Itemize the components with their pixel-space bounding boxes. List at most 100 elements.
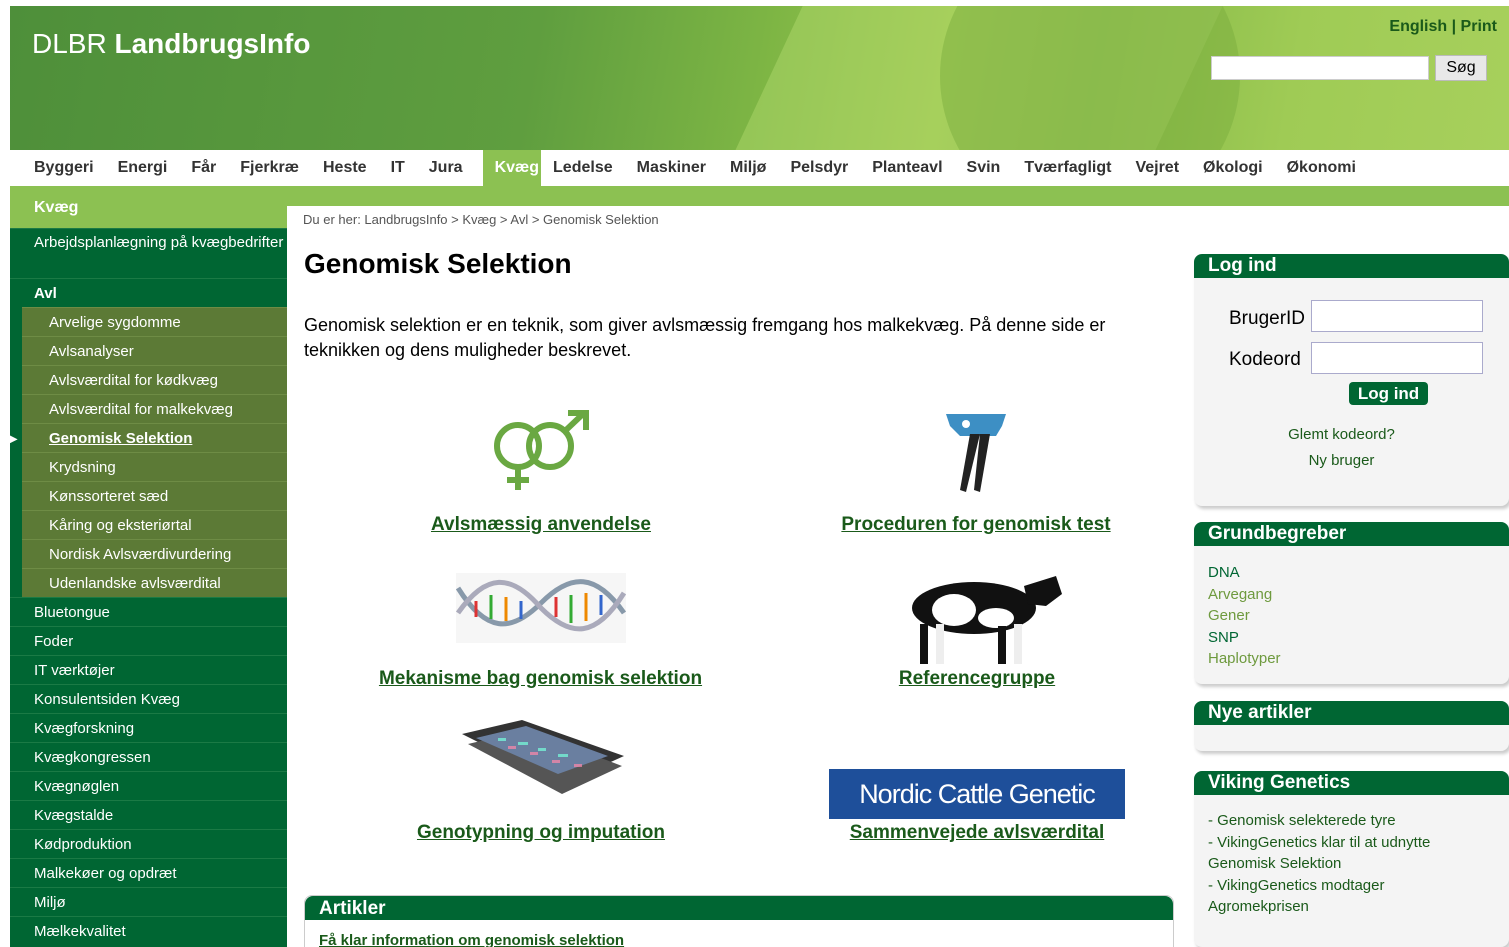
sidebar-item-foder[interactable]: Foder (10, 626, 287, 655)
gender-symbols-icon[interactable] (490, 410, 590, 492)
ncge-banner[interactable]: Nordic Cattle Genetic Evaluation (829, 769, 1125, 819)
grundbegreber-heading: Grundbegreber (1194, 522, 1509, 546)
dna-helix-icon[interactable] (456, 573, 626, 643)
nav-item-vejret[interactable]: Vejret (1123, 150, 1191, 186)
nav-item-jura[interactable]: Jura (417, 150, 475, 186)
grund-link-haplotyper[interactable]: Haplotyper (1208, 648, 1495, 670)
search-button[interactable]: Søg (1435, 55, 1487, 81)
nav-item-heste[interactable]: Heste (311, 150, 379, 186)
print-link[interactable]: Print (1461, 18, 1497, 35)
sidebar-item-kvaegforskning[interactable]: Kvægforskning (10, 713, 287, 742)
sidebar-item-avl[interactable]: Avl (10, 278, 287, 307)
nav-item-maskiner[interactable]: Maskiner (625, 150, 718, 186)
header-decoration-2 (940, 6, 1240, 150)
nav-item-kvaeg[interactable]: Kvæg (482, 150, 542, 186)
nav-item-fjerkrae[interactable]: Fjerkræ (228, 150, 311, 186)
nav-item-energi[interactable]: Energi (106, 150, 180, 186)
intro-text: Genomisk selektion er en teknik, som giv… (304, 315, 1106, 360)
viking-link-klar-line2[interactable]: Genomisk Selektion (1208, 853, 1495, 875)
genotyping-chips-image[interactable] (458, 716, 626, 800)
userid-label: BrugerID (1229, 308, 1306, 329)
sidebar-subitem-nordisk-avlsvaerdivurdering[interactable]: Nordisk Avlsværdivurdering (22, 539, 287, 568)
top-links: English | Print (1389, 18, 1497, 36)
nav-item-oekologi[interactable]: Økologi (1191, 150, 1275, 186)
article-link[interactable]: Få klar information om genomisk selektio… (305, 920, 1173, 947)
sidebar-subitem-arvelige-sygdomme[interactable]: Arvelige sygdomme (22, 307, 287, 336)
tile-link-proceduren[interactable]: Proceduren for genomisk test (830, 514, 1122, 536)
top-links-separator: | (1447, 18, 1461, 35)
viking-link-modtager-line1[interactable]: - VikingGenetics modtager (1208, 875, 1495, 897)
viking-link-klar-line1[interactable]: - VikingGenetics klar til at udnytte (1208, 832, 1495, 854)
nav-item-svin[interactable]: Svin (955, 150, 1013, 186)
tile-link-avlsmaessig[interactable]: Avlsmæssig anvendelse (425, 514, 657, 536)
sidebar-item-bluetongue[interactable]: Bluetongue (10, 597, 287, 626)
main-nav: Byggeri Energi Får Fjerkræ Heste IT Jura… (10, 150, 1509, 186)
logo-prefix: DLBR (32, 28, 115, 59)
sidebar-subitem-koenssorteret-saed[interactable]: Kønssorteret sæd (22, 481, 287, 510)
sidebar-subitem-avlsvaerdital-malkekvaeg[interactable]: Avlsværdital for malkekvæg (22, 394, 287, 423)
tile-link-mekanisme[interactable]: Mekanisme bag genomisk selektion (367, 668, 714, 690)
site-logo[interactable]: DLBR LandbrugsInfo (32, 28, 310, 60)
english-link[interactable]: English (1389, 18, 1447, 35)
sidebar-subitem-krydsning[interactable]: Krydsning (22, 452, 287, 481)
sidebar-item-arbejdsplanlaegning[interactable]: Arbejdsplanlægning på kvægbedrifter (10, 228, 287, 278)
viking-genetics-box: Viking Genetics - Genomisk selekterede t… (1194, 771, 1509, 947)
sidebar-subitem-genomisk-selektion[interactable]: Genomisk Selektion (10, 423, 287, 453)
nav-item-ledelse[interactable]: Ledelse (541, 150, 625, 186)
breadcrumb: Du er her: LandbrugsInfo > Kvæg > Avl > … (303, 212, 659, 227)
nav-item-tvaerfagligt[interactable]: Tværfagligt (1012, 150, 1123, 186)
nye-artikler-box: Nye artikler (1194, 701, 1509, 751)
nav-item-faar[interactable]: Får (179, 150, 228, 186)
sidebar-subitem-avlsvaerdital-koedkvaeg[interactable]: Avlsværdital for kødkvæg (22, 365, 287, 394)
forgot-password-link[interactable]: Glemt kodeord? (1194, 426, 1509, 443)
password-field[interactable] (1311, 342, 1483, 374)
grund-link-gener[interactable]: Gener (1208, 605, 1495, 627)
sidebar-subitem-avlsanalyser[interactable]: Avlsanalyser (22, 336, 287, 365)
articles-heading: Artikler (305, 896, 1173, 920)
viking-genetics-links: - Genomisk selekterede tyre - VikingGene… (1194, 795, 1509, 933)
nye-artikler-heading: Nye artikler (1194, 701, 1509, 725)
tile-link-referencegruppe[interactable]: Referencegruppe (892, 668, 1062, 690)
search-input[interactable] (1211, 56, 1429, 80)
nav-item-byggeri[interactable]: Byggeri (10, 150, 106, 186)
grund-link-snp[interactable]: SNP (1208, 627, 1495, 649)
sidebar-heading[interactable]: Kvæg (10, 186, 287, 228)
sidebar-item-konsulentsiden[interactable]: Konsulentsiden Kvæg (10, 684, 287, 713)
cow-image[interactable] (896, 566, 1064, 668)
login-button[interactable]: Log ind (1349, 382, 1428, 405)
sidebar-item-kvaegstalde[interactable]: Kvægstalde (10, 800, 287, 829)
sidebar-item-malkekoeer[interactable]: Malkekøer og opdræt (10, 858, 287, 887)
password-label: Kodeord (1229, 349, 1301, 370)
sidebar-item-kvaegkongressen[interactable]: Kvægkongressen (10, 742, 287, 771)
tile-link-genotypning[interactable]: Genotypning og imputation (408, 822, 674, 844)
sidebar-subitem-udenlandske-avlsvaerdital[interactable]: Udenlandske avlsværdital (22, 568, 287, 597)
login-box: Log ind BrugerID Kodeord Log ind Glemt k… (1194, 254, 1509, 506)
viking-link-modtager-line2[interactable]: Agromekprisen (1208, 896, 1495, 918)
sidebar-item-koedproduktion[interactable]: Kødproduktion (10, 829, 287, 858)
grund-link-dna[interactable]: DNA (1208, 562, 1495, 584)
viking-genetics-heading: Viking Genetics (1194, 771, 1509, 795)
viking-link-tyre[interactable]: - Genomisk selekterede tyre (1208, 810, 1495, 832)
sidebar-item-maelkekvalitet[interactable]: Mælkekvalitet (10, 916, 287, 945)
nav-item-pelsdyr[interactable]: Pelsdyr (778, 150, 860, 186)
sampling-pliers-icon[interactable] (940, 408, 1012, 494)
articles-box: Artikler Få klar information om genomisk… (304, 895, 1174, 947)
logo-name: LandbrugsInfo (114, 28, 311, 59)
sidebar-subitem-kaaring[interactable]: Kåring og eksteriørtal (22, 510, 287, 539)
userid-field[interactable] (1311, 300, 1483, 332)
nav-item-miljoe[interactable]: Miljø (718, 150, 778, 186)
grundbegreber-box: Grundbegreber DNA Arvegang Gener SNP Hap… (1194, 522, 1509, 684)
tile-link-sammenvejede[interactable]: Sammenvejede avlsværdital (838, 822, 1116, 844)
new-user-link[interactable]: Ny bruger (1194, 452, 1509, 469)
grund-link-arvegang[interactable]: Arvegang (1208, 584, 1495, 606)
nav-item-planteavl[interactable]: Planteavl (860, 150, 954, 186)
page-title: Genomisk Selektion (304, 248, 572, 279)
sidebar-item-it-vaerktoejer[interactable]: IT værktøjer (10, 655, 287, 684)
nav-item-it[interactable]: IT (379, 150, 417, 186)
login-heading: Log ind (1194, 254, 1509, 278)
grundbegreber-list: DNA Arvegang Gener SNP Haplotyper (1194, 546, 1509, 686)
nav-item-oekonomi[interactable]: Økonomi (1275, 150, 1368, 186)
sidebar: Kvæg Arbejdsplanlægning på kvægbedrifter… (10, 186, 287, 947)
sidebar-item-kvaegnoeglen[interactable]: Kvægnøglen (10, 771, 287, 800)
sidebar-item-miljoe[interactable]: Miljø (10, 887, 287, 916)
